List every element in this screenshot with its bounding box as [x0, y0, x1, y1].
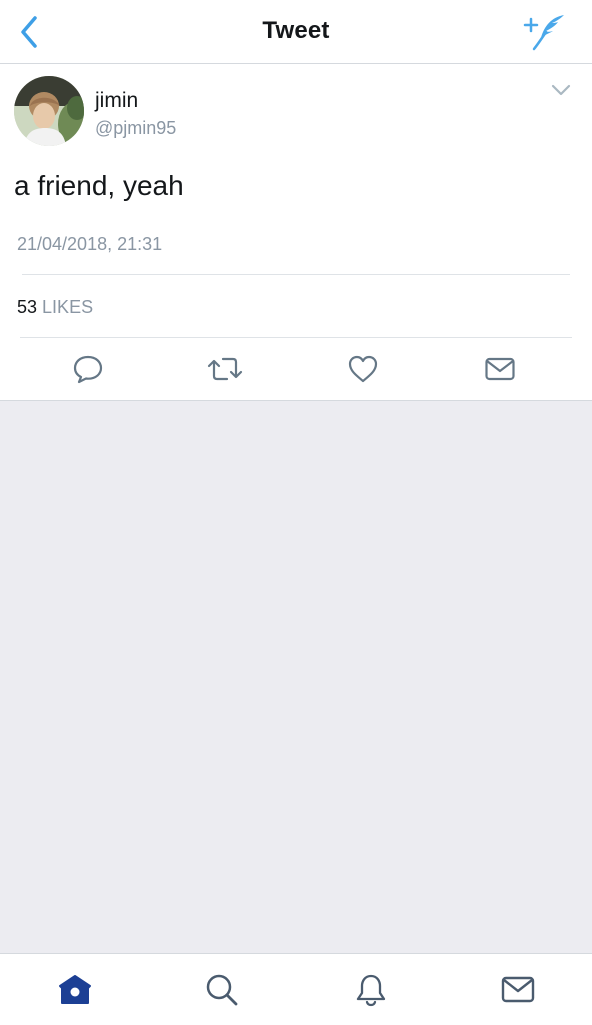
home-icon	[59, 975, 91, 1004]
direct-message-icon	[485, 357, 515, 381]
likes-label: LIKES	[42, 297, 94, 317]
user-handle[interactable]: @pjmin95	[95, 118, 176, 139]
notifications-icon	[356, 974, 386, 1007]
reply-button[interactable]	[68, 351, 108, 387]
retweet-button[interactable]	[205, 351, 245, 387]
tab-search[interactable]	[200, 970, 244, 1010]
compose-tweet-icon	[523, 15, 564, 51]
retweet-icon	[207, 357, 243, 381]
divider	[22, 274, 570, 275]
tweet-timestamp: 21/04/2018, 21:31	[17, 234, 163, 254]
tweet-text: a friend, yeah	[14, 170, 184, 201]
compose-tweet-button[interactable]	[522, 12, 568, 52]
messages-icon	[501, 976, 535, 1003]
page-title: Tweet	[262, 17, 330, 44]
avatar-image	[14, 76, 84, 146]
chevron-down-icon	[551, 84, 571, 96]
reply-icon	[73, 355, 103, 384]
tweet-options-button[interactable]	[550, 82, 572, 98]
like-button[interactable]	[343, 351, 383, 387]
tweet-actions	[0, 351, 592, 387]
tab-home[interactable]	[53, 970, 97, 1010]
tweet-detail: jimin @pjmin95 a friend, yeah 21/04/2018…	[0, 64, 592, 401]
search-icon	[206, 974, 238, 1006]
tab-bar	[0, 953, 592, 1025]
tab-notifications[interactable]	[349, 970, 393, 1010]
nav-header: Tweet	[0, 0, 592, 64]
tab-messages[interactable]	[496, 970, 540, 1010]
direct-message-button[interactable]	[480, 351, 520, 387]
like-icon	[348, 355, 378, 383]
divider	[20, 337, 572, 338]
user-display-name[interactable]: jimin	[95, 89, 138, 113]
avatar[interactable]	[14, 76, 84, 146]
likes-stat[interactable]: 53 LIKES	[17, 297, 93, 318]
likes-count: 53	[17, 297, 38, 317]
